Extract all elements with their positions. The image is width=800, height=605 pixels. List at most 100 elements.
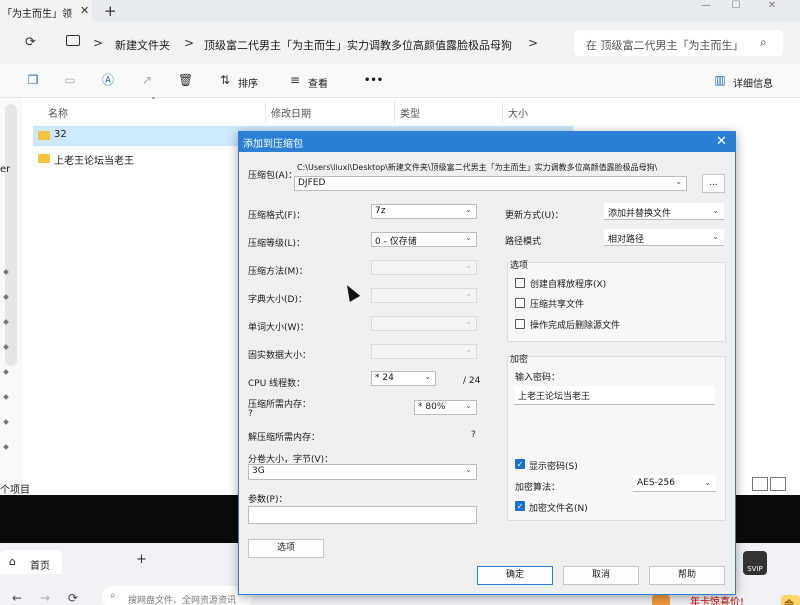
scrollbar[interactable] [5,104,17,366]
column-header-type[interactable]: 类型 [400,105,420,120]
memory-usage-select[interactable]: * 80% ⌄ [414,400,477,415]
more-options-button[interactable]: ••• [364,75,383,86]
cancel-button[interactable]: 取消 [563,566,639,585]
column-header-size[interactable]: 大小 [508,105,528,120]
options-button[interactable]: 选项 [248,539,324,558]
update-mode-select[interactable]: 添加并替换文件 ⌄ [604,203,724,220]
encrypt-names-label[interactable]: 加密文件名(N) [529,501,588,514]
method-select[interactable]: ⌄ [371,260,477,275]
file-name[interactable]: 上老王论坛当老王 [54,152,134,167]
forward-icon[interactable]: → [40,591,50,605]
update-label: 更新方式(U)： [505,211,564,221]
memory-usage-value: * 80% [418,402,446,412]
chevron-down-icon: ⌄ [465,465,472,474]
encryption-method-label: 加密算法： [515,483,561,493]
dialog-titlebar[interactable] [238,131,736,152]
breadcrumb-separator-icon: > [93,36,104,50]
volume-size-value: 3G [252,466,265,476]
search-icon[interactable]: ⌕ [760,35,767,50]
help-button[interactable]: 帮助 [649,566,725,585]
sfx-label[interactable]: 创建自释放程序(X) [530,277,606,290]
folder-icon [38,154,50,163]
rename-icon[interactable]: Ⓐ [101,73,115,87]
details-pane-icon[interactable]: ▥ [713,73,727,87]
chevron-down-icon: ⌄ [465,401,472,410]
delete-after-checkbox[interactable] [515,319,525,329]
method-label: 压缩方法(M)： [248,267,308,277]
params-input[interactable] [248,506,477,524]
nav-pane-label[interactable]: er [0,164,10,175]
sort-icon[interactable]: ⇅ [218,73,232,87]
paste-icon[interactable]: ▭ [63,73,77,87]
breadcrumb-separator-icon: > [184,36,195,50]
dialog-close-icon[interactable]: ✕ [716,134,727,149]
path-mode-label: 路径模式 [505,237,542,247]
sfx-checkbox[interactable] [515,278,525,288]
word-select[interactable]: ⌄ [371,316,477,331]
command-bar [0,64,800,98]
ok-button[interactable]: 确定 [477,566,553,585]
details-view-icon[interactable] [752,477,768,491]
archive-name-combo[interactable]: DJFED ⌄ [294,176,687,191]
encryption-method-select[interactable]: AES-256 ⌄ [633,475,716,492]
format-select[interactable]: 7z ⌄ [371,204,477,219]
sort-button[interactable]: 排序 [238,75,258,90]
solid-label: 固实数据大小： [248,351,312,361]
promo-image[interactable] [652,595,670,605]
shared-files-checkbox[interactable] [515,298,525,308]
reload-icon[interactable]: ⟳ [68,591,78,605]
home-icon: ⌂ [9,555,16,568]
cpu-threads-select[interactable]: * 24 ⌄ [371,371,436,386]
this-pc-icon[interactable] [66,35,80,46]
new-tab-icon[interactable]: + [136,552,147,567]
encrypt-names-checkbox[interactable]: ✓ [515,501,525,511]
vip-badge[interactable]: 会员 [781,595,800,605]
chevron-down-icon: ⌄ [712,206,719,215]
browse-button[interactable]: ... [702,174,725,193]
close-window-icon[interactable]: ✕ [756,0,788,14]
maximize-icon[interactable]: ☐ [720,0,752,14]
column-divider[interactable] [265,100,266,122]
delete-after-label[interactable]: 操作完成后删除源文件 [530,318,620,331]
file-name[interactable]: 32 [54,129,67,140]
column-divider[interactable] [502,100,503,122]
path-mode-value: 相对路径 [608,235,645,245]
view-button[interactable]: 查看 [308,75,328,90]
home-tab-label[interactable]: 首页 [30,557,50,572]
dict-select[interactable]: ⌄ [371,288,477,303]
show-password-checkbox[interactable]: ✓ [515,459,525,469]
solid-select[interactable]: ⌄ [371,344,477,359]
refresh-icon[interactable]: ⟳ [25,35,36,50]
volume-size-combo[interactable]: 3G ⌄ [248,464,477,480]
delete-icon[interactable]: 🗑 [178,73,193,87]
decomp-mem-value: ? [471,430,476,440]
mem-label: 压缩所需内存： [248,400,312,410]
tab-close-icon[interactable]: ✕ [80,4,89,17]
shared-files-label[interactable]: 压缩共享文件 [530,297,584,310]
tiles-view-icon[interactable] [770,477,786,491]
show-password-label[interactable]: 显示密码(S) [529,459,578,472]
app-avatar[interactable]: SVIP [743,551,767,575]
details-button[interactable]: 详细信息 [733,75,773,90]
minimize-icon[interactable]: — [690,0,722,14]
level-select[interactable]: 0 - 仅存储 ⌄ [371,232,477,247]
chevron-down-icon: ⌄ [712,232,719,241]
copy-icon[interactable]: ❐ [26,73,40,87]
new-tab-icon[interactable]: + [104,2,117,20]
dialog-title: 添加到压缩包 [243,139,303,150]
column-divider[interactable] [394,100,395,122]
breadcrumb-new-folder[interactable]: 新建文件夹 [115,37,170,53]
mem-required: ? [248,409,253,419]
level-label: 压缩等级(L)： [248,239,306,249]
back-icon[interactable]: ← [12,591,22,605]
path-mode-select[interactable]: 相对路径 ⌄ [604,229,724,246]
share-icon[interactable]: ↗ [140,73,154,87]
chevron-down-icon: ⌄ [465,261,472,270]
column-header-name[interactable]: 名称 [48,105,68,120]
view-icon[interactable]: ≡ [288,73,302,87]
folder-icon [38,131,50,140]
password-input[interactable]: 上老王论坛当老王 [514,386,715,405]
column-header-date[interactable]: 修改日期 [271,105,311,120]
explorer-tab[interactable]: 「为主而生」领 [0,0,92,22]
breadcrumb-current-folder[interactable]: 顶级富二代男主「为主而生」实力调教多位高颜值露脸极品母狗 [204,37,512,53]
